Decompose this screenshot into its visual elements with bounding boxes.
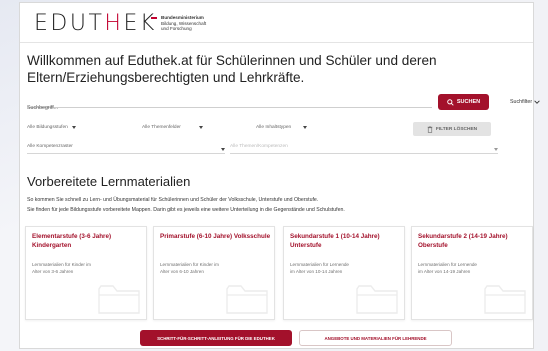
folder-icon [484, 285, 526, 314]
ministry-line-1: Bundesministerium [161, 15, 204, 20]
search-placeholder: Suchbegriff... [27, 105, 59, 111]
ministry-line-3: und Forschung [161, 26, 192, 32]
logo-text-prefix: EDUT [34, 11, 105, 36]
caret-down-icon [303, 125, 308, 129]
folder-icon [356, 285, 398, 314]
section-description: So kommen Sie schnell zu Lern- und Übung… [27, 196, 527, 216]
section-title: Vorbereitete Lernmaterialien [27, 174, 191, 189]
search-input[interactable]: Suchbegriff... [27, 96, 432, 111]
header: EDUTHEK Bundesministerium Bildung, Wisse… [20, 3, 533, 43]
caret-down-icon [494, 148, 498, 151]
card-title: Elementarstufe (3-6 Jahre) Kindergarten [32, 233, 112, 250]
trash-icon [427, 125, 433, 133]
filter-kompetenzraster-select[interactable]: Alle Kompetenzraster [27, 144, 225, 154]
search-button-label: SUCHEN [456, 99, 481, 105]
filter-themenfelder-select[interactable]: Alle Themenfelder [142, 122, 203, 132]
logo-text-accent: H [104, 11, 124, 36]
clear-filter-button[interactable]: FILTER LÖSCHEN [413, 122, 491, 136]
filter-bildungsstufen-select[interactable]: Alle Bildungsstufen [27, 122, 76, 132]
ministry-flag-icon [151, 17, 157, 19]
card-description: Lernmaterialien für Kinder im Alter von … [160, 262, 219, 275]
card-sekundarstufe-1[interactable]: Sekundarstufe 1 (10-14 Jahre) Unterstufe… [283, 226, 405, 320]
card-description: Lernmaterialien für Lernende im Alter vo… [418, 262, 477, 275]
folder-icon [98, 285, 140, 314]
caret-down-icon [71, 125, 76, 129]
section-description-line-1: So kommen Sie schnell zu Lern- und Übung… [27, 197, 319, 203]
card-elementarstufe[interactable]: Elementarstufe (3-6 Jahre) Kindergarten … [25, 226, 147, 320]
card-title: Sekundarstufe 2 (14-19 Jahre) Oberstufe [418, 233, 508, 250]
search-icon [447, 98, 454, 106]
filter-themenfelder-value: Alle Themenfelder [142, 124, 181, 130]
caret-down-icon [198, 125, 203, 129]
folder-icon [226, 285, 268, 314]
search-button[interactable]: SUCHEN [438, 94, 489, 110]
card-title: Primarstufe (6-10 Jahre) Volksschule [160, 233, 271, 240]
ministry-logo[interactable]: Bundesministerium Bildung, Wissenschaft … [151, 15, 206, 32]
filter-themen-kompetenzen-value: Alle Themen/Kompetenzen [230, 144, 288, 149]
card-title: Sekundarstufe 1 (10-14 Jahre) Unterstufe [290, 233, 380, 250]
card-description: Lernmaterialien für Kinder im Alter von … [32, 262, 91, 275]
card-sekundarstufe-2[interactable]: Sekundarstufe 2 (14-19 Jahre) Oberstufe … [411, 226, 533, 320]
card-primarstufe[interactable]: Primarstufe (6-10 Jahre) Volksschule Ler… [153, 226, 275, 320]
filter-themen-kompetenzen-select[interactable]: Alle Themen/Kompetenzen [230, 144, 498, 154]
filter-bildungsstufen-value: Alle Bildungsstufen [27, 124, 68, 130]
welcome-heading: Willkommen auf Eduthek.at für Schülerinn… [27, 53, 437, 85]
step-by-step-guide-button[interactable]: SCHRITT-FÜR-SCHRITT-ANLEITUNG FÜR DIE ED… [140, 330, 292, 346]
chevron-down-icon [534, 100, 540, 104]
eduthek-logo[interactable]: EDUTHEK [34, 11, 157, 36]
teacher-materials-button[interactable]: ANGEBOTE UND MATERIALIEN FÜR LEHRENDE [299, 330, 452, 346]
filter-inhaltstypen-value: Alle Inhaltstypen [256, 124, 292, 130]
caret-down-icon [221, 148, 225, 151]
ministry-name: Bundesministerium Bildung, Wissenschaft … [161, 15, 206, 32]
search-filter-toggle[interactable]: Suchfilter [510, 99, 540, 105]
clear-filter-label: FILTER LÖSCHEN [435, 126, 478, 132]
card-description: Lernmaterialien für Lernende im Alter vo… [290, 262, 349, 275]
filter-inhaltstypen-select[interactable]: Alle Inhaltstypen [256, 122, 308, 132]
section-description-line-2: Sie finden für jede Bildungsstufe vorber… [27, 206, 345, 213]
search-filter-label: Suchfilter [510, 99, 533, 105]
filter-kompetenzraster-value: Alle Kompetenzraster [27, 144, 73, 149]
main-panel: EDUTHEK Bundesministerium Bildung, Wisse… [19, 2, 540, 349]
